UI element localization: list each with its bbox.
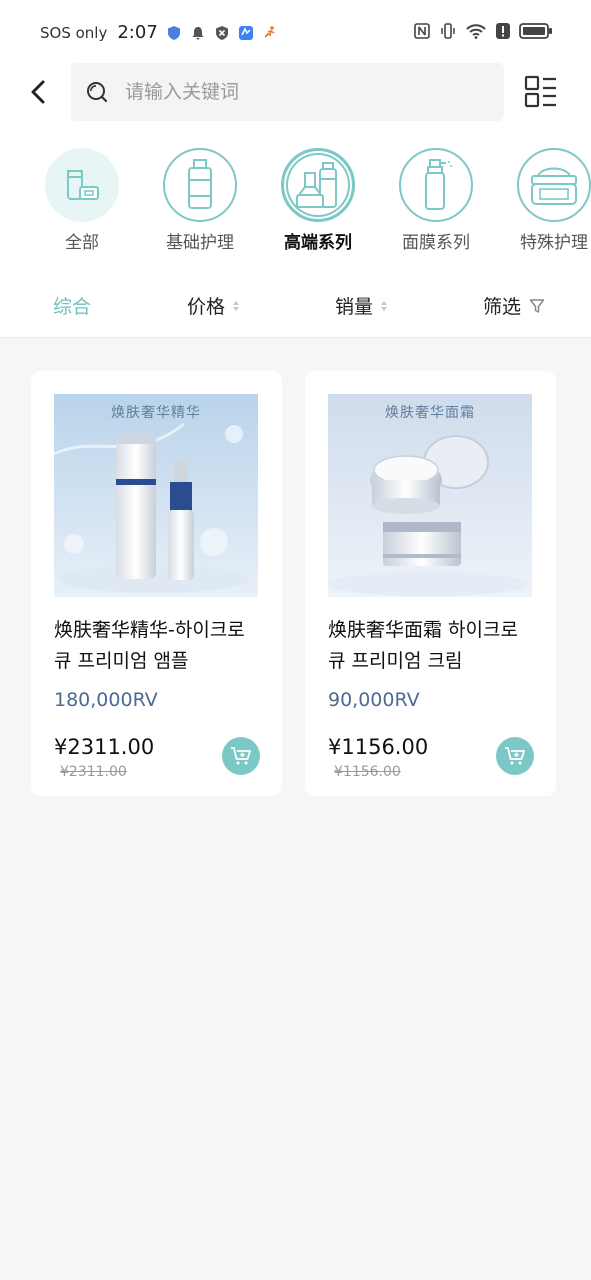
- sort-sales[interactable]: 销量: [335, 292, 388, 319]
- product-image-caption: 焕肤奢华精华: [111, 405, 201, 421]
- category-premium-series-circle: [281, 148, 355, 222]
- clock: 2:07: [117, 22, 158, 43]
- basic-care-icon: [188, 159, 212, 209]
- product-card[interactable]: 焕肤奢华面霜 焕肤奢华面霜 하이크로 큐 프리미엄 크림 90,000RV ¥1…: [305, 371, 556, 796]
- product-card[interactable]: 焕肤奢华精华 焕肤奢华精华-하이크로 큐 프리미엄 앰플 180,000RV ¥…: [31, 371, 282, 796]
- category-special-care[interactable]: 特殊护理: [514, 148, 591, 253]
- product-image-caption: 焕肤奢华面霜: [385, 405, 475, 421]
- shield-icon: [167, 25, 180, 40]
- runner-icon: [264, 25, 275, 38]
- app-icon: [238, 25, 253, 40]
- category-label: 全部: [65, 233, 99, 253]
- category-all[interactable]: 全部: [42, 148, 122, 253]
- product-points: 90,000RV: [328, 689, 420, 711]
- serum-bottles-image: [54, 394, 258, 597]
- cart-plus-icon: [231, 747, 251, 765]
- product-image: 焕肤奢华面霜: [328, 394, 532, 597]
- product-price: ¥2311.00: [54, 735, 155, 759]
- battery-icon: [519, 23, 552, 39]
- sort-arrows-icon: [381, 300, 388, 311]
- category-label: 基础护理: [166, 233, 234, 253]
- nfc-icon: [414, 23, 430, 39]
- add-to-cart-button[interactable]: [496, 737, 534, 775]
- vibrate-icon: [441, 23, 455, 39]
- filter-button[interactable]: 筛选: [483, 292, 545, 319]
- category-all-circle: [45, 148, 119, 222]
- category-basic-care-circle: [163, 148, 237, 222]
- status-left: SOS only 2:07: [40, 22, 278, 43]
- search-icon: [87, 82, 108, 103]
- category-label: 面膜系列: [402, 233, 470, 253]
- filter-label: 筛选: [483, 296, 522, 318]
- status-bar: SOS only 2:07: [0, 0, 591, 66]
- product-title[interactable]: 焕肤奢华精华-하이크로 큐 프리미엄 앰플: [54, 615, 264, 677]
- product-price: ¥1156.00: [328, 735, 429, 759]
- category-special-care-circle: [517, 148, 591, 222]
- status-right: [413, 22, 553, 40]
- product-title[interactable]: 焕肤奢华面霜 하이크로 큐 프리미엄 크림: [328, 615, 538, 677]
- product-old-price: ¥2311.00: [60, 764, 127, 780]
- sort-comprehensive[interactable]: 综合: [53, 292, 91, 319]
- bell-icon: [192, 26, 204, 40]
- back-chevron-icon: [31, 80, 45, 104]
- sort-price-label: 价格: [187, 296, 226, 318]
- search-input[interactable]: [125, 77, 485, 107]
- category-premium-series[interactable]: 高端系列: [278, 148, 358, 253]
- all-products-icon: [67, 170, 99, 200]
- filter-funnel-icon: [529, 298, 545, 313]
- sort-comprehensive-label: 综合: [53, 296, 92, 318]
- cart-plus-icon: [505, 747, 525, 765]
- category-basic-care[interactable]: 基础护理: [160, 148, 240, 253]
- carrier-status: SOS only: [40, 23, 108, 42]
- category-label: 特殊护理: [520, 233, 588, 253]
- blocked-icon: [215, 25, 228, 40]
- category-label: 高端系列: [284, 233, 352, 253]
- search-box[interactable]: [71, 63, 504, 121]
- product-points: 180,000RV: [54, 689, 158, 711]
- sort-sales-label: 销量: [335, 296, 374, 318]
- back-button[interactable]: [22, 76, 54, 108]
- product-image: 焕肤奢华精华: [54, 394, 258, 597]
- alert-icon: [496, 23, 510, 39]
- sort-arrows-icon: [233, 300, 240, 311]
- wifi-icon: [466, 24, 486, 39]
- grid-list-icon: [524, 75, 556, 108]
- layout-toggle-button[interactable]: [524, 75, 558, 109]
- mask-series-icon: [425, 159, 452, 210]
- product-old-price: ¥1156.00: [334, 764, 401, 780]
- category-mask-series[interactable]: 面膜系列: [396, 148, 476, 253]
- premium-series-icon: [296, 162, 337, 208]
- category-mask-series-circle: [399, 148, 473, 222]
- special-care-icon: [531, 167, 577, 205]
- sort-price[interactable]: 价格: [187, 292, 240, 319]
- cream-jars-image: [328, 394, 532, 597]
- add-to-cart-button[interactable]: [222, 737, 260, 775]
